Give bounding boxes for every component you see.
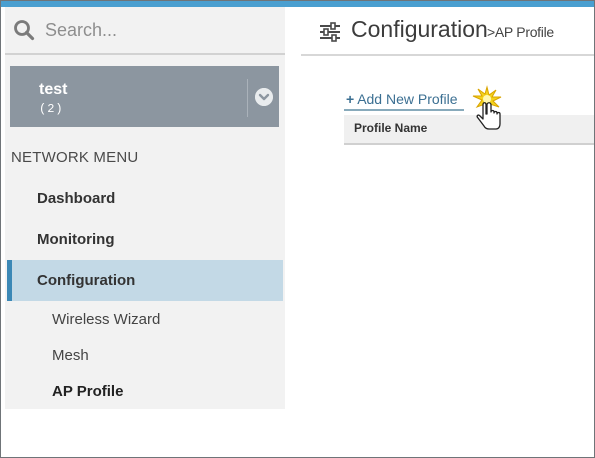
network-name: test [39, 81, 68, 98]
plus-icon: + [346, 91, 355, 107]
chevron-down-icon[interactable] [255, 88, 273, 106]
column-header-profile-name[interactable]: Profile Name [354, 121, 427, 135]
add-link-underline [344, 109, 464, 111]
sidebar: Search... test (2) NETWORK MENU Dashboar… [5, 7, 285, 409]
network-selector[interactable]: test (2) [10, 66, 279, 127]
pointer-hand-click-icon [472, 85, 502, 130]
breadcrumb: >AP Profile [487, 24, 554, 40]
sidebar-subitem-mesh[interactable]: Mesh [52, 347, 89, 364]
add-new-profile-link[interactable]: + Add New Profile [346, 91, 458, 107]
search-icon [14, 20, 35, 41]
sidebar-item-monitoring[interactable]: Monitoring [37, 231, 114, 248]
page-title: Configuration [351, 16, 488, 42]
header-divider [301, 54, 594, 56]
sidebar-item-dashboard[interactable]: Dashboard [37, 190, 115, 207]
sidebar-item-configuration[interactable]: Configuration [37, 272, 135, 289]
divider [247, 79, 248, 117]
add-new-profile-label: Add New Profile [357, 91, 458, 107]
network-count: (2) [39, 102, 64, 116]
sidebar-subitem-ap-profile[interactable]: AP Profile [52, 383, 123, 400]
search-box[interactable]: Search... [5, 7, 285, 55]
search-input[interactable]: Search... [45, 20, 117, 41]
menu-heading: NETWORK MENU [11, 149, 139, 166]
sidebar-subitem-wireless-wizard[interactable]: Wireless Wizard [52, 311, 160, 328]
app-window: Search... test (2) NETWORK MENU Dashboar… [0, 0, 595, 458]
settings-sliders-icon [320, 22, 340, 42]
